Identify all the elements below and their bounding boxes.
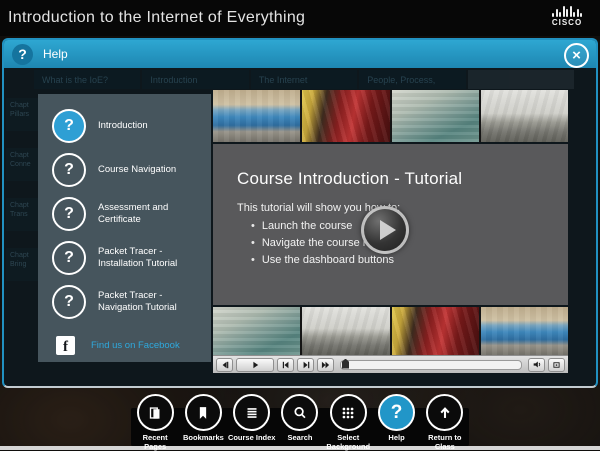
background-tab: People, Process, bbox=[359, 70, 465, 89]
help-question-icon: ? bbox=[12, 44, 33, 65]
photo-strip-bottom bbox=[213, 307, 568, 355]
aerial-harbor-city-photo bbox=[213, 307, 300, 355]
fullscreen-button[interactable] bbox=[548, 358, 565, 372]
cisco-logo-text: CISCO bbox=[544, 18, 590, 27]
tutorial-slide: Course Introduction - Tutorial This tuto… bbox=[213, 144, 568, 305]
background-chapter-card: ChaptTrans bbox=[6, 198, 38, 231]
question-circle-icon: ? bbox=[52, 241, 86, 275]
seek-handle[interactable] bbox=[342, 359, 349, 369]
next-slide-button[interactable] bbox=[297, 358, 314, 372]
play-button[interactable] bbox=[236, 358, 274, 372]
search-icon bbox=[291, 404, 309, 422]
dock-bookmarks-button[interactable]: Bookmarks bbox=[179, 394, 227, 451]
menu-item-pt-installation-tutorial[interactable]: ? Packet Tracer - Installation Tutorial bbox=[38, 236, 211, 280]
background-tab bbox=[468, 70, 574, 89]
play-icon bbox=[380, 220, 396, 240]
dock-recent-pages-button[interactable]: Recent Pages bbox=[131, 394, 179, 451]
volume-button[interactable] bbox=[528, 358, 545, 372]
background-tab: What is the IoE? bbox=[34, 70, 140, 89]
cisco-logo: CISCO bbox=[544, 5, 590, 27]
play-video-button[interactable] bbox=[361, 206, 409, 254]
bullet-item: •Use the dashboard buttons bbox=[251, 252, 394, 269]
app-title-bar: Introduction to the Internet of Everythi… bbox=[0, 0, 600, 36]
dock-return-to-class-button[interactable]: Return to Class bbox=[421, 394, 469, 451]
mountain-summit-photo bbox=[302, 307, 389, 355]
facebook-link[interactable]: f Find us on Facebook bbox=[38, 326, 211, 360]
help-icon: ? bbox=[391, 402, 403, 424]
photo-strip-top bbox=[213, 90, 568, 142]
tram-street-photo bbox=[481, 307, 568, 355]
course-title: Introduction to the Internet of Everythi… bbox=[0, 9, 305, 27]
tram-street-photo bbox=[213, 90, 300, 142]
background-tab: The Internet bbox=[251, 70, 357, 89]
back-icon bbox=[220, 361, 230, 369]
dock-select-background-button[interactable]: Select Background bbox=[324, 394, 372, 451]
menu-item-pt-navigation-tutorial[interactable]: ? Packet Tracer - Navigation Tutorial bbox=[38, 280, 211, 324]
course-index-icon bbox=[243, 404, 261, 422]
fast-forward-icon bbox=[320, 361, 331, 369]
help-menu-sidebar: ? Introduction ? Course Navigation ? Ass… bbox=[38, 94, 211, 362]
bookmarks-icon bbox=[194, 404, 212, 422]
play-icon bbox=[250, 361, 260, 369]
recent-pages-icon bbox=[146, 404, 164, 422]
fullscreen-icon bbox=[552, 361, 561, 369]
guitars-photo bbox=[392, 307, 479, 355]
cisco-bars-icon bbox=[544, 5, 590, 17]
tutorial-content: Course Introduction - Tutorial This tuto… bbox=[213, 90, 568, 409]
dock-course-index-button[interactable]: Course Index bbox=[228, 394, 276, 451]
help-dialog-header: ? Help × bbox=[4, 40, 596, 68]
media-player-bar bbox=[213, 355, 568, 373]
skip-start-icon bbox=[281, 361, 291, 369]
close-icon[interactable]: × bbox=[564, 43, 589, 68]
question-circle-icon: ? bbox=[52, 197, 86, 231]
question-circle-icon: ? bbox=[52, 153, 86, 187]
background-tab: Introduction bbox=[142, 70, 248, 89]
background-chapter-card: ChaptBring bbox=[6, 248, 38, 281]
fast-forward-button[interactable] bbox=[317, 358, 334, 372]
background-chapter-list: ChaptPillars ChaptConne ChaptTrans Chapt… bbox=[6, 98, 38, 281]
aerial-harbor-city-photo bbox=[392, 90, 479, 142]
background-tab-row: What is the IoE? Introduction The Intern… bbox=[34, 70, 574, 89]
facebook-icon: f bbox=[56, 336, 75, 355]
help-dialog: ? Help × What is the IoE? Introduction T… bbox=[2, 38, 598, 388]
question-circle-icon: ? bbox=[52, 109, 86, 143]
background-chapter-card: ChaptPillars bbox=[6, 98, 38, 131]
background-chapter-card: ChaptConne bbox=[6, 148, 38, 181]
dock-help-button[interactable]: ? Help bbox=[372, 394, 420, 451]
help-dialog-title: Help bbox=[43, 47, 68, 61]
seek-bar[interactable] bbox=[340, 360, 522, 370]
slide-title: Course Introduction - Tutorial bbox=[237, 169, 462, 189]
select-background-icon bbox=[339, 404, 357, 422]
return-to-class-icon bbox=[436, 404, 454, 422]
menu-item-assessment-certificate[interactable]: ? Assessment and Certificate bbox=[38, 192, 211, 236]
speaker-icon bbox=[532, 360, 542, 369]
menu-item-course-navigation[interactable]: ? Course Navigation bbox=[38, 148, 211, 192]
previous-slide-button[interactable] bbox=[277, 358, 294, 372]
mountain-summit-photo bbox=[481, 90, 568, 142]
dashboard-dock: Recent Pages Bookmarks Course Index bbox=[131, 394, 469, 451]
guitars-photo bbox=[302, 90, 389, 142]
dock-search-button[interactable]: Search bbox=[276, 394, 324, 451]
menu-item-introduction[interactable]: ? Introduction bbox=[38, 104, 211, 148]
back-button[interactable] bbox=[216, 358, 233, 372]
skip-end-icon bbox=[301, 361, 311, 369]
question-circle-icon: ? bbox=[52, 285, 86, 319]
